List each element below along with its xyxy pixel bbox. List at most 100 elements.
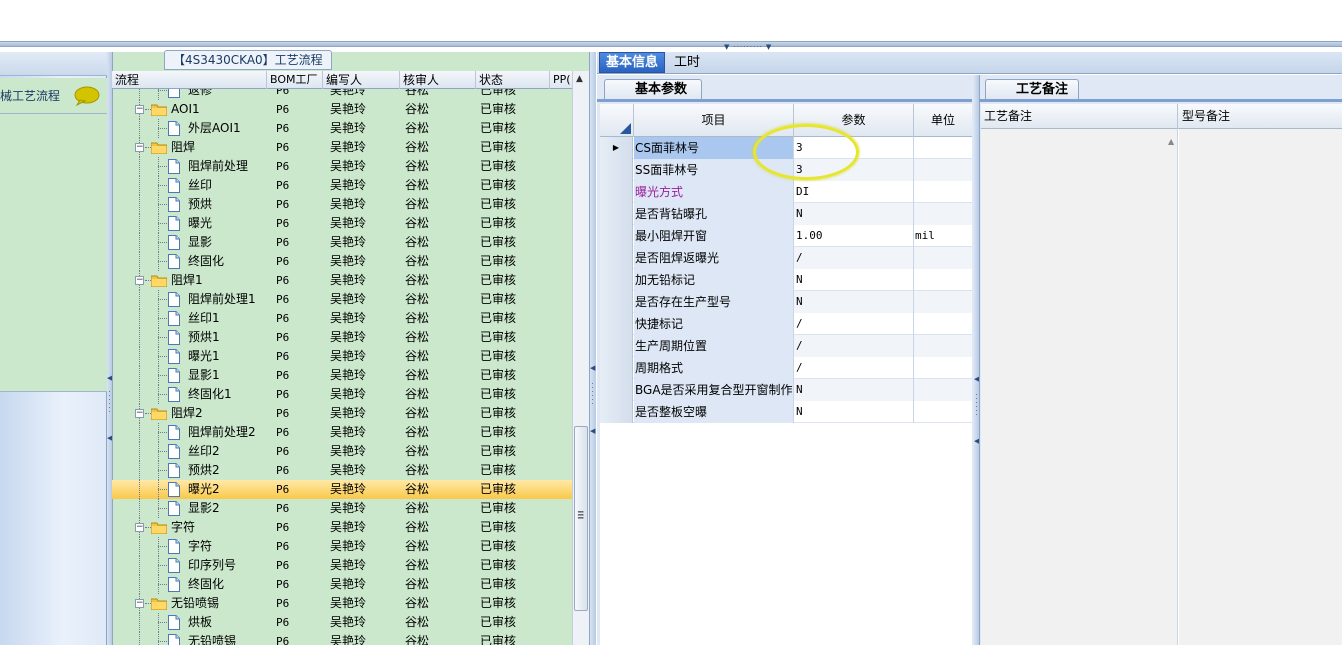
tab-process-remarks[interactable]: 工艺备注 [985, 79, 1080, 100]
tree-row[interactable]: 丝印1 P6 吴艳玲 谷松 已审核 [112, 309, 572, 328]
column-header-process-remark[interactable]: 工艺备注 [981, 104, 1178, 129]
process-remark-field[interactable]: ▲ [981, 129, 1178, 645]
tree-row[interactable]: 印序列号 P6 吴艳玲 谷松 已审核 [112, 556, 572, 575]
collapse-middle-icon-2[interactable]: ◀ [590, 427, 595, 435]
tree-row[interactable]: 预烘1 P6 吴艳玲 谷松 已审核 [112, 328, 572, 347]
tab-work-hours[interactable]: 工时 [668, 53, 706, 74]
collapse-icon[interactable]: − [135, 143, 144, 152]
tree-row[interactable]: 烘板 P6 吴艳玲 谷松 已审核 [112, 613, 572, 632]
param-row[interactable]: BGA是否采用复合型开窗制作 N [600, 379, 972, 401]
tree-row[interactable]: − 阻焊 P6 吴艳玲 谷松 已审核 [112, 138, 572, 157]
tree-row[interactable]: 曝光2 P6 吴艳玲 谷松 已审核 [112, 480, 572, 499]
tree-row[interactable]: 外层AOI1 P6 吴艳玲 谷松 已审核 [112, 119, 572, 138]
column-header-param[interactable]: 参数 [794, 104, 914, 137]
tree-row[interactable]: 丝印2 P6 吴艳玲 谷松 已审核 [112, 442, 572, 461]
nav-item-process[interactable]: 械工艺流程 [0, 78, 107, 114]
tree-row[interactable]: 预烘 P6 吴艳玲 谷松 已审核 [112, 195, 572, 214]
param-value-cell[interactable]: N [794, 203, 914, 225]
tree-row[interactable]: 显影1 P6 吴艳玲 谷松 已审核 [112, 366, 572, 385]
tree-row[interactable]: − 阻焊1 P6 吴艳玲 谷松 已审核 [112, 271, 572, 290]
column-header-reviewer[interactable]: 核审人 [400, 71, 476, 89]
row-selector[interactable] [600, 225, 633, 247]
param-value-cell[interactable]: N [794, 401, 914, 423]
row-selector[interactable] [600, 357, 633, 379]
column-header-model-remark[interactable]: 型号备注 [1179, 104, 1342, 129]
row-selector[interactable] [600, 203, 633, 225]
tree-scrollbar[interactable]: ▲ ━ ━ ━ [572, 71, 589, 645]
column-header-item[interactable]: 项目 [634, 104, 794, 137]
tree-row[interactable]: 曝光 P6 吴艳玲 谷松 已审核 [112, 214, 572, 233]
param-value-cell[interactable]: / [794, 357, 914, 379]
splitter-grip-icon[interactable]: ▼ ········· ▼ [724, 44, 772, 51]
horizontal-splitter[interactable] [0, 41, 1342, 47]
column-header-unit[interactable]: 单位 [914, 104, 972, 137]
column-header-process[interactable]: 流程 [112, 71, 267, 89]
collapse-icon[interactable]: − [135, 105, 144, 114]
tree-row[interactable]: 显影 P6 吴艳玲 谷松 已审核 [112, 233, 572, 252]
tab-basic-info[interactable]: 基本信息 [599, 52, 666, 73]
tree-row[interactable]: 终固化 P6 吴艳玲 谷松 已审核 [112, 252, 572, 271]
row-selector[interactable] [600, 269, 633, 291]
collapse-icon[interactable]: − [135, 276, 144, 285]
row-selector[interactable] [600, 313, 633, 335]
param-value-cell[interactable]: DI [794, 181, 914, 203]
param-row[interactable]: 加无铅标记 N [600, 269, 972, 291]
tree-row[interactable]: 终固化1 P6 吴艳玲 谷松 已审核 [112, 385, 572, 404]
row-selector[interactable] [600, 247, 633, 269]
param-row[interactable]: ▶ CS面菲林号 3 [600, 137, 972, 159]
row-selector[interactable] [600, 379, 633, 401]
tree-row[interactable]: 字符 P6 吴艳玲 谷松 已审核 [112, 537, 572, 556]
scroll-thumb[interactable]: ━ ━ ━ [574, 426, 588, 611]
param-value-cell[interactable]: 3 [794, 137, 914, 159]
model-remark-field[interactable] [1179, 129, 1342, 645]
tree-row[interactable]: − 无铅喷锡 P6 吴艳玲 谷松 已审核 [112, 594, 572, 613]
param-value-cell[interactable]: 3 [794, 159, 914, 181]
tree-row[interactable]: − 阻焊2 P6 吴艳玲 谷松 已审核 [112, 404, 572, 423]
param-row[interactable]: 周期格式 / [600, 357, 972, 379]
tree-row[interactable]: 终固化 P6 吴艳玲 谷松 已审核 [112, 575, 572, 594]
tree-row[interactable]: 阻焊前处理 P6 吴艳玲 谷松 已审核 [112, 157, 572, 176]
row-selector[interactable] [600, 181, 633, 203]
row-selector[interactable] [600, 291, 633, 313]
row-selector[interactable] [600, 335, 633, 357]
param-value-cell[interactable]: / [794, 247, 914, 269]
middle-splitter[interactable]: ◀ · · · · · · ◀ [590, 52, 596, 645]
row-selector[interactable] [600, 401, 633, 423]
row-selector-header[interactable] [600, 104, 634, 137]
row-selector[interactable]: ▶ [600, 137, 633, 159]
tree-row[interactable]: 阻焊前处理2 P6 吴艳玲 谷松 已审核 [112, 423, 572, 442]
tree-row[interactable]: − 字符 P6 吴艳玲 谷松 已审核 [112, 518, 572, 537]
column-header-writer[interactable]: 编写人 [323, 71, 400, 89]
param-row[interactable]: 是否整板空曝 N [600, 401, 972, 423]
column-header-pp[interactable]: PP( [550, 71, 572, 89]
tab-basic-params[interactable]: 基本参数 [604, 79, 703, 100]
param-row[interactable]: 是否存在生产型号 N [600, 291, 972, 313]
row-selector[interactable] [600, 159, 633, 181]
collapse-middle-icon[interactable]: ◀ [590, 364, 595, 372]
param-value-cell[interactable]: / [794, 313, 914, 335]
param-value-cell[interactable]: N [794, 291, 914, 313]
param-row[interactable]: 曝光方式 DI [600, 181, 972, 203]
column-header-bom[interactable]: BOM工厂 [267, 71, 323, 89]
tree-row[interactable]: 阻焊前处理1 P6 吴艳玲 谷松 已审核 [112, 290, 572, 309]
tree-row[interactable]: 曝光1 P6 吴艳玲 谷松 已审核 [112, 347, 572, 366]
collapse-icon[interactable]: − [135, 409, 144, 418]
tree-row[interactable]: 预烘2 P6 吴艳玲 谷松 已审核 [112, 461, 572, 480]
param-value-cell[interactable]: N [794, 379, 914, 401]
tree-row[interactable]: 无铅喷锡 P6 吴艳玲 谷松 已审核 [112, 632, 572, 645]
param-row[interactable]: 最小阻焊开窗 1.00 mil [600, 225, 972, 247]
param-row[interactable]: SS面菲林号 3 [600, 159, 972, 181]
param-value-cell[interactable]: N [794, 269, 914, 291]
tree-row[interactable]: 显影2 P6 吴艳玲 谷松 已审核 [112, 499, 572, 518]
param-value-cell[interactable]: / [794, 335, 914, 357]
param-value-cell[interactable]: 1.00 [794, 225, 914, 247]
tree-row[interactable]: − AOI1 P6 吴艳玲 谷松 已审核 [112, 100, 572, 119]
param-row[interactable]: 是否阻焊返曝光 / [600, 247, 972, 269]
param-row[interactable]: 是否背钻曝孔 N [600, 203, 972, 225]
param-row[interactable]: 快捷标记 / [600, 313, 972, 335]
param-row[interactable]: 生产周期位置 / [600, 335, 972, 357]
scroll-up-icon[interactable]: ▲ [576, 74, 583, 84]
collapse-icon[interactable]: − [135, 599, 144, 608]
column-header-status[interactable]: 状态 [476, 71, 550, 89]
remark-scroll-up-icon[interactable]: ▲ [1168, 137, 1174, 146]
